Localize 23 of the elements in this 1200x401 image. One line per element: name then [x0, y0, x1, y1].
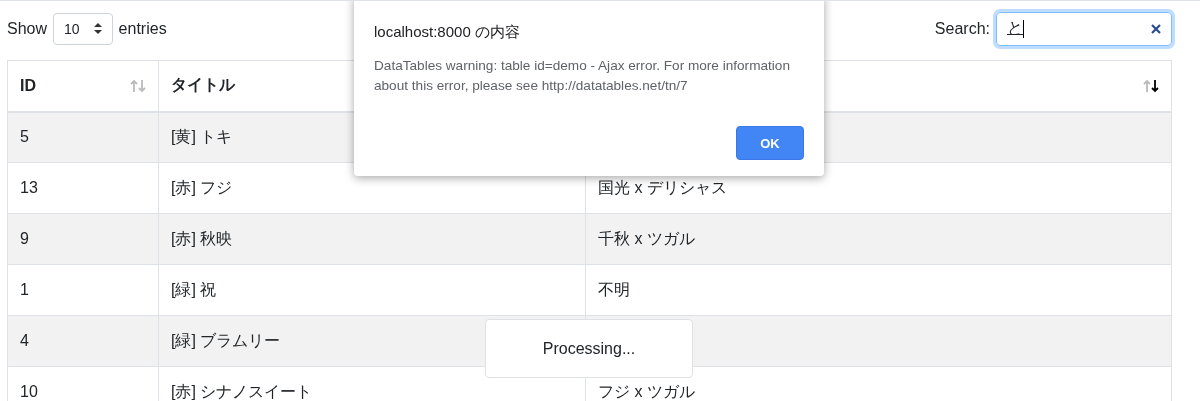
clear-icon[interactable]: [1151, 23, 1161, 34]
table-cell: 10: [7, 366, 159, 401]
show-label: Show: [7, 19, 48, 38]
table-cell: [赤] 秋映: [158, 213, 586, 265]
dialog-title: localhost:8000 の内容: [374, 23, 521, 42]
ok-button[interactable]: OK: [736, 126, 804, 160]
table-cell: 9: [7, 213, 159, 265]
table-cell: 千秋 x ツガル: [585, 213, 1172, 265]
up-down-caret-icon: [93, 23, 102, 34]
dialog-message: DataTables warning: table id=demo - Ajax error. For more information about this error, please see http://datatables.net/tn/7: [374, 57, 791, 95]
table-cell: 不明: [585, 264, 1172, 316]
entries-select[interactable]: 10: [53, 12, 113, 45]
table-cell: [緑] 祝: [158, 264, 586, 316]
table-cell: 5: [7, 111, 159, 163]
table-cell: 1: [7, 264, 159, 316]
column-header[interactable]: ID: [7, 60, 159, 112]
entries-label: entries: [118, 19, 167, 38]
sort-descending-icon[interactable]: [1143, 78, 1159, 93]
table-cell: 4: [7, 315, 159, 367]
search-label: Search:: [934, 19, 990, 38]
search-field[interactable]: と: [996, 11, 1172, 46]
table-cell: 13: [7, 162, 159, 214]
processing-indicator: Processing...: [485, 319, 693, 378]
